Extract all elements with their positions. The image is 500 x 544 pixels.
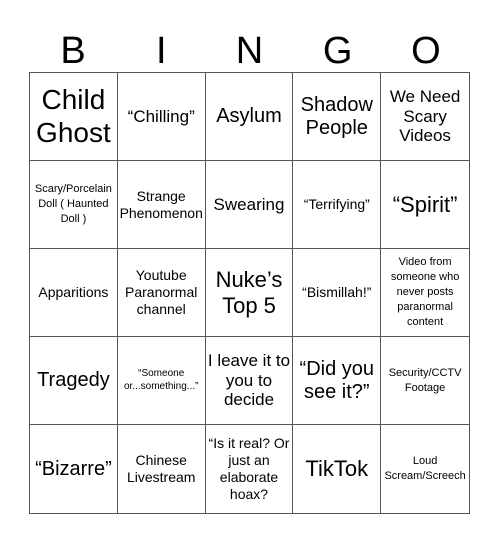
bingo-header: B I N G O — [29, 30, 470, 72]
bingo-cell[interactable]: Loud Scream/Screech — [381, 425, 469, 513]
bingo-cell[interactable]: Strange Phenomenon — [117, 161, 206, 249]
header-letter-n: N — [235, 30, 264, 72]
bingo-cell[interactable]: Scary/Porcelain Doll ( Haunted Doll ) — [30, 161, 118, 249]
bingo-cell[interactable]: Video from someone who never posts paran… — [381, 249, 469, 337]
bingo-cell[interactable]: “Bizarre” — [30, 425, 118, 513]
bingo-cell[interactable]: “Is it real? Or just an elaborate hoax? — [206, 425, 294, 513]
bingo-cell[interactable]: Swearing — [205, 161, 294, 249]
bingo-cell[interactable]: I leave it to you to decide — [205, 337, 294, 425]
bingo-cell[interactable]: Security/CCTV Footage — [381, 337, 469, 425]
bingo-cell[interactable]: Child Ghost — [30, 73, 118, 161]
bingo-cell[interactable]: “Bismillah!” — [293, 249, 382, 337]
bingo-cell[interactable]: “Terrifying” — [293, 161, 382, 249]
bingo-cell[interactable]: “Did you see it?” — [293, 337, 382, 425]
bingo-cell[interactable]: “Chilling” — [117, 73, 206, 161]
header-letter-o: O — [411, 30, 441, 72]
bingo-cell[interactable]: Asylum — [205, 73, 294, 161]
bingo-cell[interactable]: “Someone or...something...” — [117, 337, 206, 425]
bingo-grid: Child Ghost “Chilling” Asylum Shadow Peo… — [29, 72, 470, 514]
bingo-cell[interactable]: Apparitions — [30, 249, 118, 337]
bingo-cell[interactable]: Tragedy — [30, 337, 118, 425]
header-letter-g: G — [322, 30, 353, 72]
bingo-cell[interactable]: Shadow People — [293, 73, 382, 161]
bingo-cell[interactable]: Chinese Livestream — [118, 425, 206, 513]
header-letter-i: I — [156, 30, 167, 72]
bingo-cell[interactable]: We Need Scary Videos — [381, 73, 469, 161]
bingo-cell[interactable]: Youtube Paranormal channel — [117, 249, 206, 337]
bingo-cell[interactable]: “Spirit” — [381, 161, 469, 249]
bingo-cell[interactable]: Nuke’s Top 5 — [205, 249, 294, 337]
bingo-cell[interactable]: TikTok — [293, 425, 382, 513]
header-letter-b: B — [60, 30, 86, 72]
